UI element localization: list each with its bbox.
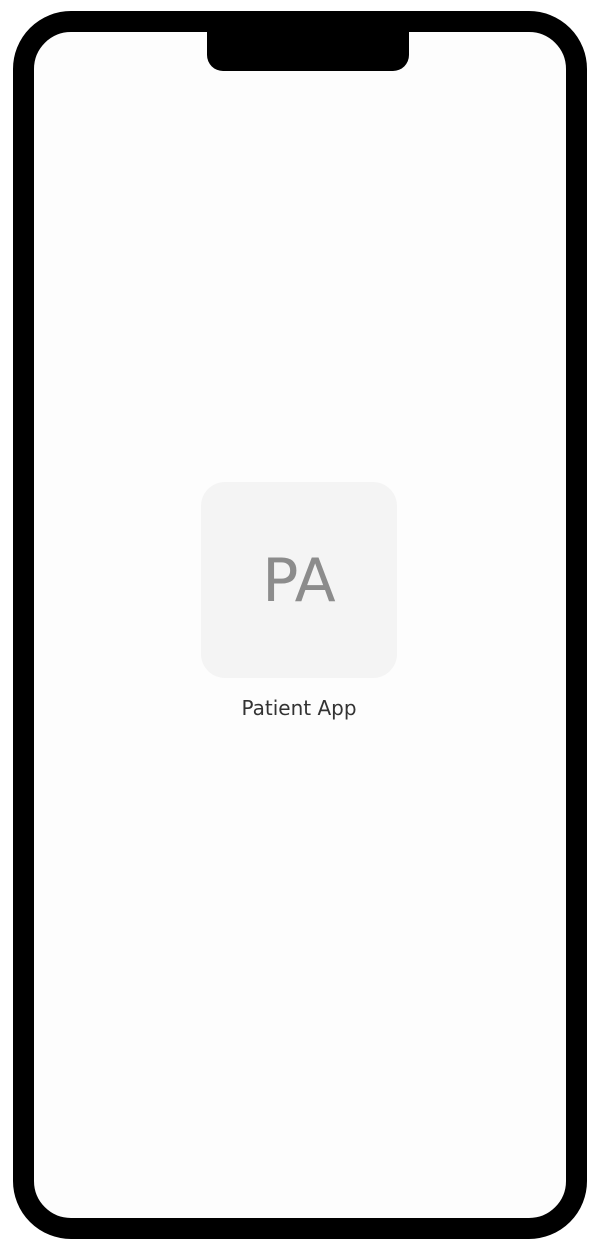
phone-notch [207,12,409,71]
app-label[interactable]: Patient App [201,696,397,720]
app-icon-initials: PA [262,546,336,616]
patient-app-icon[interactable]: PA [201,482,397,678]
